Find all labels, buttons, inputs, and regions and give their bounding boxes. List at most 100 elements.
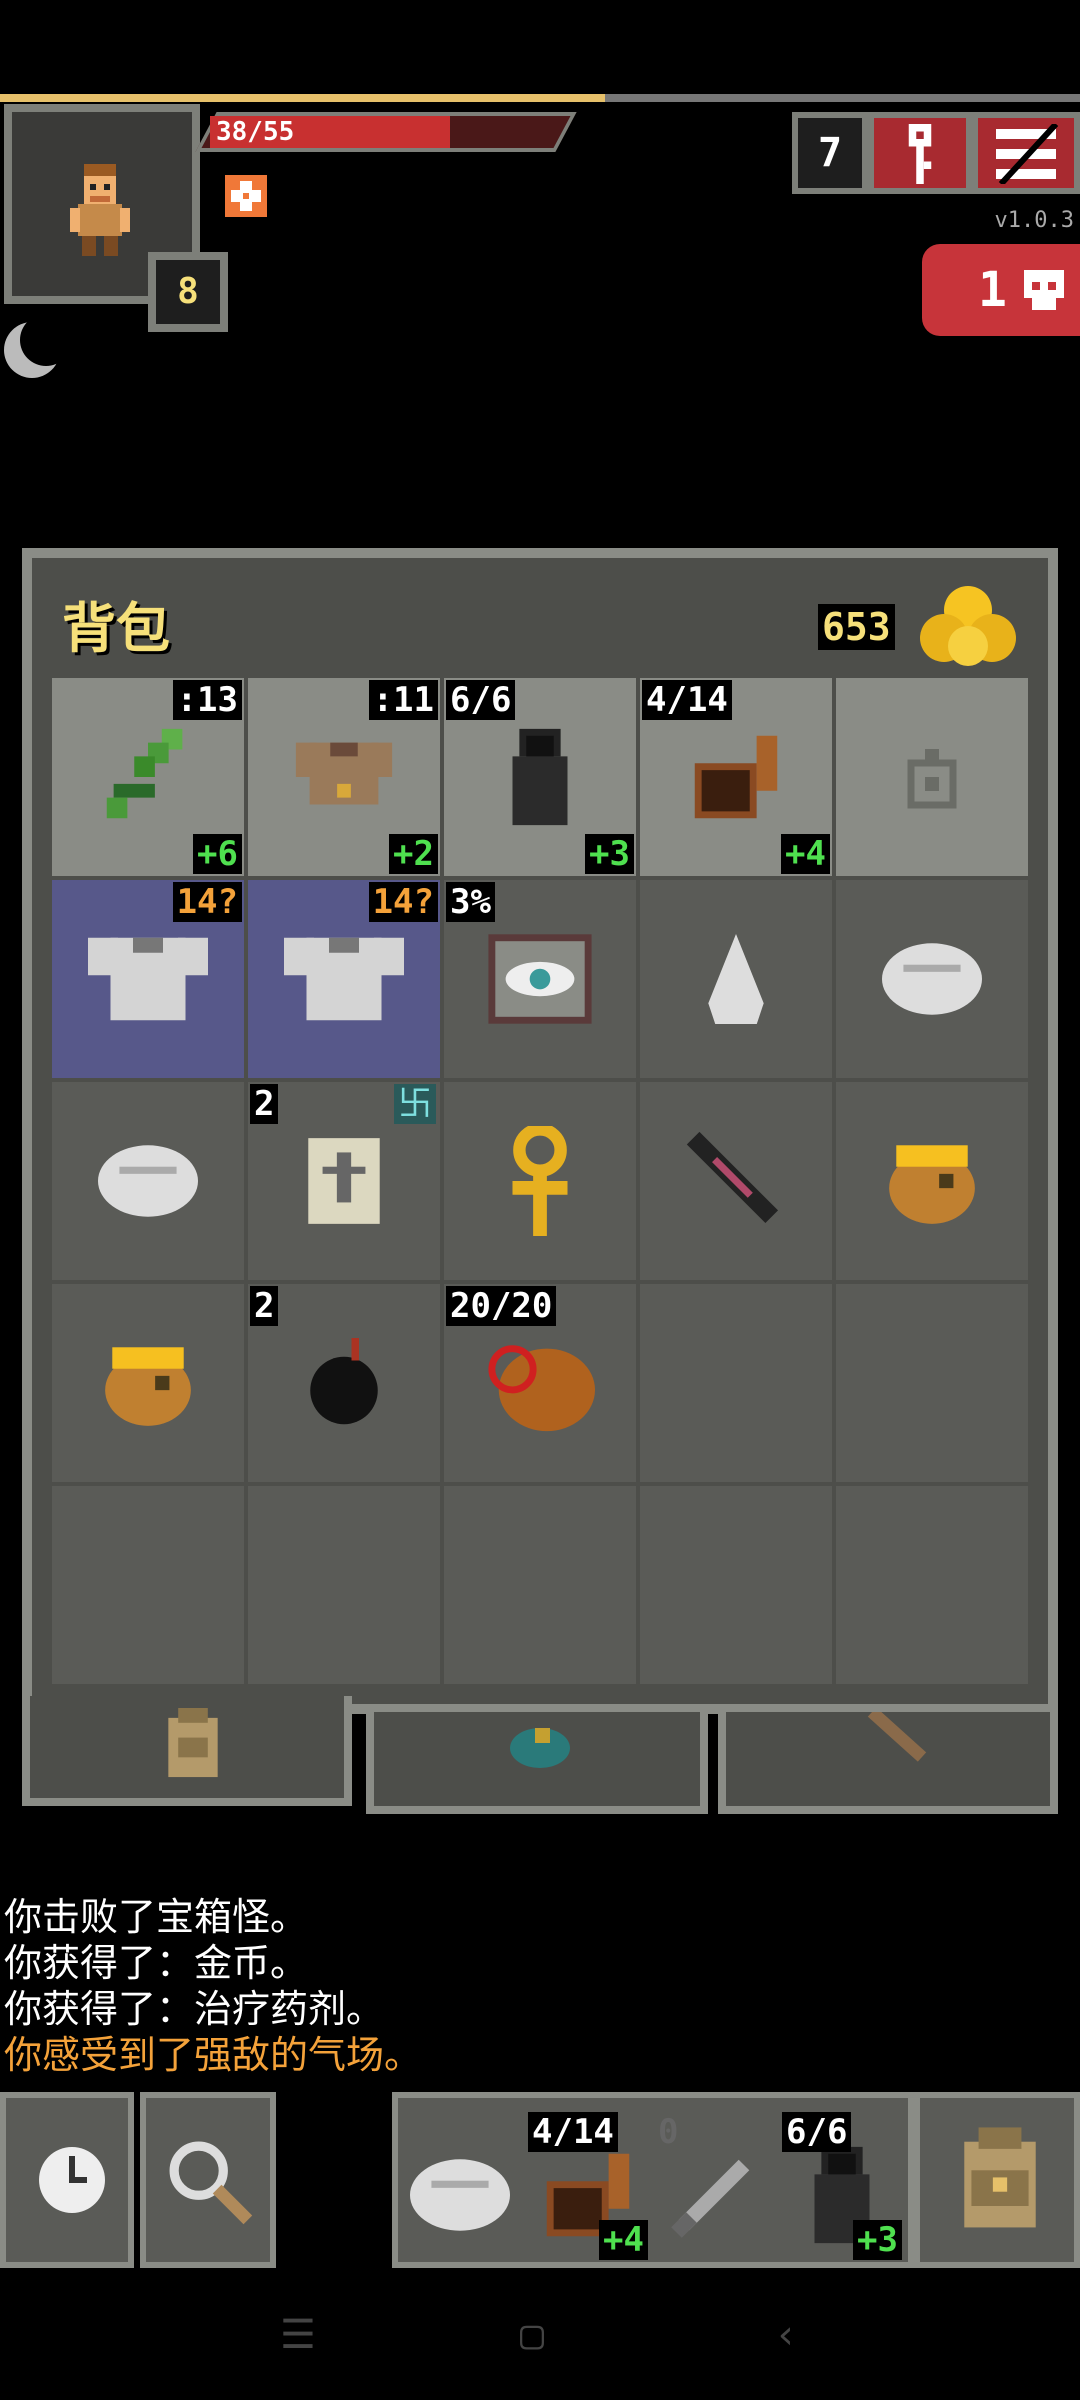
bag-slot-wand[interactable] <box>640 1082 832 1280</box>
slot-label: 20/20 <box>446 1286 557 1326</box>
menu-button[interactable] <box>972 112 1080 194</box>
key-icon <box>908 124 932 184</box>
food-icon <box>98 1145 198 1217</box>
ankh-icon <box>512 1126 568 1236</box>
hero-icon <box>70 164 130 256</box>
bag-slot-empty[interactable] <box>248 1486 440 1684</box>
chainmail-icon <box>284 937 404 1021</box>
bag-slot-ring-slot-empty[interactable] <box>836 678 1028 876</box>
hero-level: 8 <box>148 252 228 332</box>
buff-icon[interactable] <box>222 172 270 220</box>
bag-slot-sword[interactable]: :13 +6 <box>52 678 244 876</box>
slot-label: 14? <box>368 882 438 922</box>
cloak-icon <box>512 728 568 826</box>
slot-label: 14? <box>172 882 242 922</box>
eye-tome-icon <box>488 934 592 1024</box>
bag-slot-empty[interactable] <box>836 1486 1028 1684</box>
slot-label: :13 <box>172 680 242 720</box>
bag-slot-honey-pot[interactable] <box>52 1284 244 1482</box>
tab-backpack[interactable] <box>22 1696 352 1806</box>
message-log: 你击败了宝箱怪。 你获得了：金币。 你获得了：治疗药剂。 你感受到了强敌的气场。 <box>4 1894 422 2078</box>
bag-slot-eye-tome[interactable]: 3% <box>444 880 636 1078</box>
bag-grid: :13 +6:11 +2 6/6 +3 4/14 +4 14? 14? 3% 2 卐 2 20/20 <box>52 678 1028 1688</box>
honey-pot-icon <box>105 1347 191 1426</box>
search-button[interactable] <box>140 2092 276 2268</box>
quickslot-upgrade: +4 <box>599 2220 648 2260</box>
gold-icon <box>920 586 1016 666</box>
log-line: 你感受到了强敌的气场。 <box>4 2033 423 2077</box>
bag-slot-chainmail[interactable]: 14? <box>248 880 440 1078</box>
bag-slot-empty[interactable] <box>836 1284 1028 1482</box>
search-icon <box>169 2141 253 2225</box>
bag-slot-empty[interactable] <box>640 1284 832 1482</box>
menu-icon <box>996 121 1059 187</box>
key-button[interactable] <box>868 112 972 194</box>
bag-slot-stone[interactable] <box>640 880 832 1078</box>
slot-label: 2 <box>250 1084 279 1124</box>
wand-holster-icon <box>867 1712 927 1762</box>
slot-label: 4/14 <box>642 680 732 720</box>
bag-slot-horn-bag[interactable]: 20/20 <box>444 1284 636 1482</box>
bag-slot-honey-pot[interactable] <box>836 1082 1028 1280</box>
wand-icon <box>686 1131 779 1224</box>
honey-pot-icon <box>889 1145 975 1224</box>
backpack-button[interactable] <box>914 2092 1080 2268</box>
bag-slot-bomb[interactable]: 2 <box>248 1284 440 1482</box>
slot-label: +4 <box>781 834 830 874</box>
scroll-icon <box>308 1138 380 1224</box>
bag-slot-cloak[interactable]: 6/6 +3 <box>444 678 636 876</box>
bomb-icon <box>310 1338 378 1425</box>
quickslot-upgrade: +3 <box>853 2220 902 2260</box>
danger-count: 1 <box>978 262 1007 318</box>
ring-slot-empty-icon <box>907 749 957 809</box>
nav-menu-icon[interactable]: ☰ <box>280 2312 316 2358</box>
chainmail-icon <box>88 937 208 1021</box>
stone-icon <box>708 934 764 1024</box>
depth-indicator[interactable]: 7 <box>792 112 868 194</box>
backpack-icon <box>964 2127 1036 2228</box>
wait-button[interactable] <box>0 2092 134 2268</box>
nav-back-icon[interactable]: ‹ <box>774 2312 798 2358</box>
horn-icon <box>694 735 778 819</box>
quickslot-label: 4/14 <box>528 2112 618 2152</box>
bag-slot-chainmail[interactable]: 14? <box>52 880 244 1078</box>
horn-bag-icon <box>488 1345 595 1432</box>
danger-indicator[interactable]: 1 <box>922 244 1080 336</box>
bag-slot-food[interactable] <box>836 880 1028 1078</box>
bag-slot-empty[interactable] <box>640 1486 832 1684</box>
bag-slot-empty[interactable] <box>444 1486 636 1684</box>
bag-slot-ankh[interactable] <box>444 1082 636 1280</box>
gold-amount: 653 <box>818 604 895 650</box>
slot-label: 6/6 <box>446 680 516 720</box>
bag-title: 背包 <box>62 597 170 660</box>
quickslot-3[interactable]: 0 <box>652 2112 776 2260</box>
log-line: 你获得了：治疗药剂。 <box>4 1987 385 2031</box>
slot-label: +6 <box>193 834 242 874</box>
version-label: v1.0.3 <box>994 208 1074 233</box>
bag-slot-scroll[interactable]: 2卐 <box>248 1082 440 1280</box>
scroll-rune-badge: 卐 <box>394 1084 436 1124</box>
quickslot-4[interactable]: 6/6 +3 <box>780 2112 904 2260</box>
slot-label: +3 <box>585 834 634 874</box>
bag-slot-empty[interactable] <box>52 1486 244 1684</box>
quickslot-1[interactable] <box>398 2112 522 2260</box>
bag-slot-horn[interactable]: 4/14 +4 <box>640 678 832 876</box>
quickslot-2[interactable]: 4/14 +4 <box>526 2112 650 2260</box>
bag-slot-food[interactable] <box>52 1082 244 1280</box>
hp-text: 38/55 <box>216 117 295 147</box>
sword-icon <box>106 728 183 819</box>
tab-holster[interactable] <box>718 1704 1058 1814</box>
quickslot-label: 0 <box>658 2112 679 2152</box>
slot-label: +2 <box>389 834 438 874</box>
xp-bar-fill <box>0 94 605 102</box>
log-line: 你击败了宝箱怪。 <box>4 1895 309 1939</box>
log-line: 你获得了：金币。 <box>4 1941 309 1985</box>
tab-pouch[interactable] <box>366 1704 708 1814</box>
bag-slot-armor[interactable]: :11 +2 <box>248 678 440 876</box>
slot-label: 2 <box>250 1286 279 1326</box>
skull-icon <box>1024 270 1064 310</box>
seed-pouch-icon <box>510 1728 570 1768</box>
slot-label: :11 <box>368 680 438 720</box>
nav-home-icon[interactable]: ▢ <box>520 2312 544 2358</box>
dagger-icon <box>671 2159 750 2238</box>
